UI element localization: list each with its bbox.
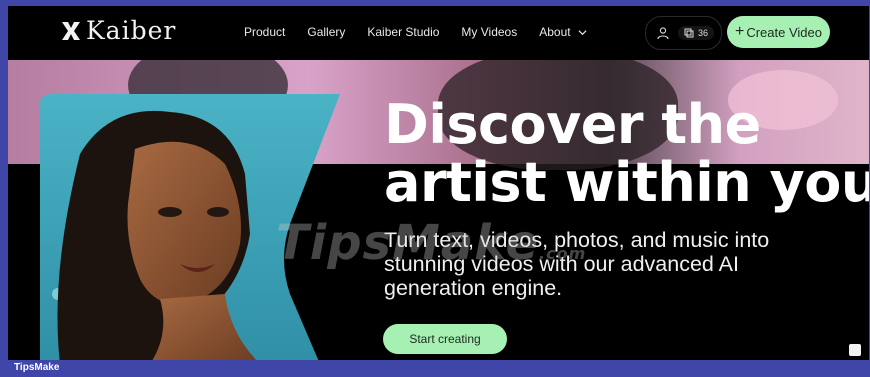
- nav-about[interactable]: About: [539, 25, 587, 39]
- nav-my-videos-label: My Videos: [461, 25, 518, 39]
- watermark-text: TipsMake: [276, 215, 540, 271]
- footer-tag: TipsMake: [14, 362, 60, 373]
- nav-kaiber-studio[interactable]: Kaiber Studio: [367, 25, 439, 39]
- user-icon: [657, 27, 669, 40]
- watermark-domain: .com: [539, 244, 587, 263]
- top-navbar: Kaiber Product Gallery Kaiber Studio My …: [8, 6, 869, 60]
- nav-product-label: Product: [244, 25, 286, 39]
- main-nav: Product Gallery Kaiber Studio My Videos …: [244, 25, 609, 39]
- create-video-label: Create Video: [746, 24, 822, 40]
- kaiber-k-logo-icon: [62, 22, 80, 40]
- credits-icon: [684, 28, 694, 38]
- nav-gallery-label: Gallery: [307, 25, 346, 39]
- browser-viewport: Kaiber Product Gallery Kaiber Studio My …: [8, 6, 869, 360]
- nav-kaiber-studio-label: Kaiber Studio: [367, 25, 440, 39]
- hero-headline-line2: artist within you: [384, 151, 869, 214]
- credits-count: 36: [698, 28, 709, 38]
- nav-product[interactable]: Product: [244, 25, 285, 39]
- create-video-button[interactable]: + Create Video: [727, 16, 830, 48]
- chevron-down-icon: [578, 29, 587, 35]
- start-creating-button[interactable]: Start creating: [383, 324, 507, 354]
- watermark: TipsMake.com: [276, 215, 586, 271]
- hero-headline: Discover the artist within you: [384, 96, 869, 212]
- credits-badge: 36: [678, 26, 715, 40]
- chat-icon[interactable]: [849, 344, 861, 356]
- plus-icon: +: [735, 23, 745, 40]
- nav-my-videos[interactable]: My Videos: [461, 25, 517, 39]
- nav-about-label: About: [539, 25, 571, 39]
- hero-section: Discover the artist within you Turn text…: [8, 60, 869, 360]
- brand-name: Kaiber: [86, 16, 177, 45]
- nav-gallery[interactable]: Gallery: [307, 25, 345, 39]
- hero-headline-line1: Discover the: [384, 93, 761, 156]
- brand-logo[interactable]: Kaiber: [60, 18, 176, 44]
- account-pill[interactable]: 36: [645, 16, 722, 50]
